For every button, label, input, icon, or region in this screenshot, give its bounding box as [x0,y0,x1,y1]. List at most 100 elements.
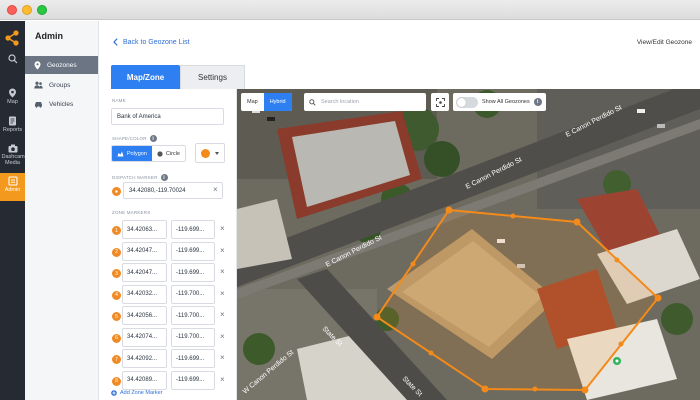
marker-latitude-field[interactable]: 34.42032... [122,284,167,304]
add-zone-marker-button[interactable]: Add Zone Marker [111,390,163,396]
sidebar-item-geozones[interactable]: Geozones [25,56,98,74]
zone-markers-label: ZONE MARKERS [112,210,151,215]
circle-option[interactable]: Circle [151,146,185,161]
shape-color-label-text: SHAPE/COLOR [112,136,147,141]
app-logo-icon[interactable] [0,27,25,49]
location-search-input[interactable]: Search location [304,93,426,111]
remove-marker-icon[interactable]: × [220,310,225,319]
admin-sidebar: Admin Geozones Groups Vehicles [25,21,99,400]
zone-marker-handle[interactable] [573,218,581,226]
sidebar-item-label: Geozones [47,61,77,69]
show-all-geozones-toggle[interactable]: Show All Geozones i [453,93,546,111]
toggle-switch[interactable] [456,96,478,108]
tab-map-zone[interactable]: Map/Zone [111,65,180,89]
zone-marker-row: 4 34.42032... -119.700... × [99,284,237,306]
zone-marker-handle[interactable] [445,206,453,214]
marker-longitude-field[interactable]: -119.699... [171,349,215,368]
zone-color-swatch [201,148,210,158]
polygon-option[interactable]: Polygon [112,146,152,161]
zone-marker-row: 7 34.42092... -119.699... × [99,349,237,370]
rail-item-admin[interactable]: Admin [0,173,25,201]
info-icon[interactable]: i [533,98,542,106]
zone-marker-row: 6 34.42074... -119.700... × [99,327,237,349]
zone-midpoint-handle[interactable] [510,213,516,219]
rail-item-map[interactable]: Map [0,85,25,113]
marker-longitude-field[interactable]: -119.700... [171,306,215,325]
map-type-map-button[interactable]: Map [241,93,264,111]
minimize-window-button[interactable] [22,5,32,15]
zone-marker-row: 1 34.42063... -119.699... × [99,220,237,241]
zone-marker-handle[interactable] [373,313,381,321]
zone-midpoint-handle[interactable] [614,257,620,263]
marker-longitude-field[interactable]: -119.700... [171,284,215,304]
sidebar-item-groups[interactable]: Groups [25,76,98,94]
fit-bounds-button[interactable] [431,93,449,111]
remove-marker-icon[interactable]: × [220,332,225,341]
close-window-button[interactable] [7,5,17,15]
info-icon[interactable]: i [160,174,168,181]
remove-marker-icon[interactable]: × [220,267,225,276]
name-field[interactable]: Bank of America [111,108,224,125]
remove-marker-icon[interactable]: × [220,289,225,298]
marker-latitude-field[interactable]: 34.42047... [122,241,167,261]
sidebar-item-label: Vehicles [49,100,74,108]
zone-color-picker[interactable] [195,143,225,163]
zone-midpoint-handle[interactable] [618,341,624,347]
shape-selector: Polygon Circle [111,145,186,162]
zone-marker-handle[interactable] [654,294,662,302]
marker-number-badge: 6 [112,333,121,343]
dispatch-marker-field[interactable]: 34.42080,-119.70024 [123,182,223,199]
plus-circle-icon [111,390,117,396]
marker-latitude-field[interactable]: 34.42089... [122,370,167,390]
add-zone-marker-label: Add Zone Marker [120,390,163,396]
marker-number-badge: 2 [112,247,121,257]
reports-icon [9,116,16,126]
satellite-imagery[interactable]: E Canon Perdido St E Canon Perdido St E … [237,89,700,400]
satellite-map[interactable]: E Canon Perdido St E Canon Perdido St E … [237,89,700,400]
zone-midpoint-handle[interactable] [532,386,538,392]
polygon-option-label: Polygon [127,150,147,157]
zone-marker-handle[interactable] [481,385,489,393]
remove-marker-icon[interactable]: × [220,246,225,255]
marker-number-badge: 1 [112,226,121,235]
zone-midpoint-handle[interactable] [428,350,434,356]
tab-settings[interactable]: Settings [180,65,245,89]
zone-marker-row: 5 34.42056... -119.700... × [99,306,237,327]
sidebar-item-vehicles[interactable]: Vehicles [25,95,98,113]
maximize-window-button[interactable] [37,5,47,15]
marker-longitude-field[interactable]: -119.699... [171,263,215,282]
map-type-hybrid-button[interactable]: Hybrid [263,93,292,111]
zone-marker-handle[interactable] [581,386,589,394]
remove-marker-icon[interactable]: × [220,375,225,384]
marker-longitude-field[interactable]: -119.700... [171,327,215,347]
zone-midpoint-handle[interactable] [410,261,416,267]
remove-marker-icon[interactable]: × [220,353,225,362]
clear-dispatch-icon[interactable]: × [213,185,218,194]
circle-icon [157,150,163,157]
remove-marker-icon[interactable]: × [220,224,225,233]
groups-icon [34,81,43,89]
rail-item-dashcam-media[interactable]: Dashcam Media [0,141,25,173]
rail-search-icon[interactable] [0,51,25,79]
shape-color-label: SHAPE/COLOR i [112,135,157,142]
marker-latitude-field[interactable]: 34.42056... [122,306,167,325]
marker-latitude-field[interactable]: 34.42047... [122,263,167,282]
marker-longitude-field[interactable]: -119.699... [171,241,215,261]
marker-longitude-field[interactable]: -119.699... [171,220,215,239]
marker-latitude-field[interactable]: 34.42063... [122,220,167,239]
marker-number-badge: 7 [112,355,121,364]
back-to-geozone-list-link[interactable]: Back to Geozone List [113,38,190,46]
marker-latitude-field[interactable]: 34.42074... [122,327,167,347]
show-all-label: Show All Geozones [482,99,530,105]
dispatch-marker-icon [112,187,121,196]
marker-number-badge: 3 [112,269,121,278]
window-titlebar [0,0,700,20]
rail-item-reports[interactable]: Reports [0,113,25,141]
dispatch-marker-pin-icon[interactable] [613,357,621,365]
pin-icon [34,60,41,70]
car-icon [35,101,42,108]
marker-latitude-field[interactable]: 34.42092... [122,349,167,368]
marker-longitude-field[interactable]: -119.699... [171,370,215,390]
back-link-label: Back to Geozone List [123,38,190,46]
info-icon[interactable]: i [149,135,157,142]
